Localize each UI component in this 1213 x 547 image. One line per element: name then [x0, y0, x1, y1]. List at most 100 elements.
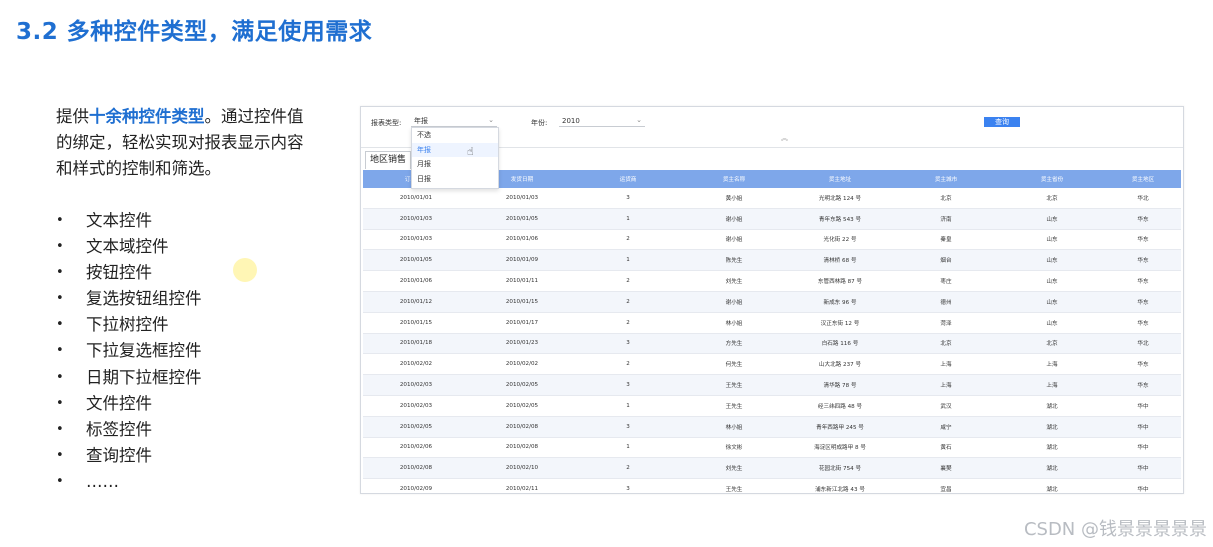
feature-list-item: • 下拉树控件: [56, 312, 202, 338]
table-cell: 宜昌: [893, 478, 999, 493]
feature-list-item: • 日期下拉框控件: [56, 365, 202, 391]
table-cell: 光化街 22 号: [787, 229, 893, 251]
table-cell: 湖北: [999, 395, 1105, 417]
bullet-icon: •: [56, 317, 64, 333]
table-cell: 2010/02/02: [469, 353, 575, 376]
table-cell: 2: [575, 457, 681, 480]
table-row: 2010/01/05 2010/01/09 1 陈先生 清林桥 68 号烟台 山东 华东: [363, 249, 1181, 272]
bullet-icon: •: [56, 369, 64, 385]
collapse-icon[interactable]: ︽: [781, 133, 788, 143]
feature-label: 文件控件: [86, 393, 152, 413]
query-button[interactable]: 查询: [984, 117, 1020, 127]
table-cell: 2010/02/05: [363, 416, 469, 438]
table-cell: 2010/01/03: [363, 208, 469, 230]
table-row: 2010/02/06 2010/02/08 1 徐文彬 海淀区明成路甲 8 号黄石 湖北华…: [363, 437, 1181, 459]
table-cell: 2010/02/11: [469, 478, 575, 493]
table-cell: 山东: [999, 249, 1105, 272]
slide-title: 3.2 多种控件类型，满足使用需求: [16, 19, 373, 45]
table-row: 2010/02/03 2010/02/05 3 王先生 清华路 78 号上海 上海 华东: [363, 374, 1181, 396]
table-cell: 北京: [999, 188, 1105, 209]
table-cell: 3: [575, 416, 681, 438]
column-header[interactable]: 货主地址: [787, 170, 893, 188]
table-cell: 王先生: [681, 374, 787, 396]
tab-region-sales[interactable]: 地区销售: [365, 151, 412, 169]
report-table: 订单日期发货日期运货商货主名称货主地址货主城市货主省份货主地区 2010/01/…: [363, 170, 1181, 493]
table-body: 2010/01/01 2010/01/03 3 黄小姐 光明北路 124 号北京 北京 华北…: [363, 188, 1181, 493]
table-cell: 谢小姐: [681, 208, 787, 230]
column-header[interactable]: 货主名称: [681, 170, 787, 188]
table-cell: 刘先生: [681, 457, 787, 480]
table-cell: 2010/02/02: [363, 353, 469, 376]
table-cell: 山东: [999, 229, 1105, 251]
dropdown-option[interactable]: 年报: [412, 142, 498, 157]
table-cell: 华东: [1105, 291, 1181, 313]
bullet-icon: •: [56, 447, 64, 463]
bullet-icon: •: [56, 395, 64, 411]
table-cell: 华中: [1105, 457, 1181, 480]
table-cell: 菏泽: [893, 312, 999, 334]
table-cell: 光明北路 124 号: [787, 188, 893, 209]
feature-list-item: • 按钮控件: [56, 260, 202, 286]
table-cell: 武汉: [893, 395, 999, 417]
table-cell: 山东: [999, 208, 1105, 230]
watermark: CSDN @钱景景景景景: [1023, 519, 1207, 540]
table-cell: 方先生: [681, 333, 787, 355]
table-cell: 济南: [893, 208, 999, 230]
table-cell: 烟台: [893, 249, 999, 272]
column-header[interactable]: 运货商: [575, 170, 681, 188]
table-cell: 2010/01/03: [363, 229, 469, 251]
table-cell: 2: [575, 353, 681, 376]
table-cell: 黄石: [893, 437, 999, 459]
table-row: 2010/02/05 2010/02/08 3 林小姐 青年西路甲 245 号咸宁 湖北华…: [363, 416, 1181, 438]
table-cell: 2010/01/15: [469, 291, 575, 313]
feature-list-item: • 文件控件: [56, 391, 202, 417]
table-cell: 东管西林路 87 号: [787, 270, 893, 292]
table-cell: 浦东新江北路 43 号: [787, 478, 893, 493]
feature-label: 复选按钮组控件: [86, 289, 202, 309]
table-row: 2010/01/12 2010/01/15 2 谢小姐 新成东 96 号德州 山东 华东: [363, 291, 1181, 313]
table-cell: 2010/02/09: [363, 478, 469, 493]
table-cell: 湖北: [999, 416, 1105, 438]
table-row: 2010/02/08 2010/02/10 2 刘先生 花园北街 754 号襄樊 湖北 华中: [363, 457, 1181, 480]
year-select[interactable]: 2010 ⌄: [559, 116, 645, 127]
table-cell: 2010/02/05: [469, 395, 575, 417]
feature-list-item: • 查询控件: [56, 443, 202, 469]
table-cell: 新成东 96 号: [787, 291, 893, 313]
dropdown-option[interactable]: 月报: [412, 157, 498, 172]
table-cell: 海淀区明成路甲 8 号: [787, 437, 893, 459]
report-type-label: 报表类型:: [371, 119, 402, 127]
table-row: 2010/01/06 2010/01/11 2 刘先生 东管西林路 87 号枣庄 山东 华东: [363, 270, 1181, 292]
table-cell: 1: [575, 437, 681, 459]
table-cell: 3: [575, 478, 681, 493]
table-cell: 湖北: [999, 478, 1105, 493]
table-cell: 华东: [1105, 353, 1181, 376]
column-header[interactable]: 货主省份: [999, 170, 1105, 188]
report-type-select[interactable]: 年报 ⌄: [411, 116, 497, 127]
table-cell: 2: [575, 291, 681, 313]
table-cell: 2010/01/15: [363, 312, 469, 334]
table-cell: 3: [575, 374, 681, 396]
table-cell: 青年东路 543 号: [787, 208, 893, 230]
table-cell: 北京: [893, 188, 999, 209]
table-cell: 何先生: [681, 353, 787, 376]
dropdown-option[interactable]: 日报: [412, 172, 498, 187]
column-header[interactable]: 货主城市: [893, 170, 999, 188]
feature-list-item: • 文本控件: [56, 208, 202, 234]
feature-label: 文本控件: [86, 211, 152, 230]
pointer-highlight: [233, 258, 257, 282]
column-header[interactable]: 货主地区: [1105, 170, 1181, 188]
table-cell: 湖北: [999, 437, 1105, 459]
desc-pre: 提供: [56, 107, 89, 126]
table-cell: 北京: [893, 333, 999, 355]
dropdown-option[interactable]: 不选: [412, 128, 498, 143]
table-row: 2010/01/03 2010/01/06 2 谢小姐 光化街 22 号秦皇 山东 华东: [363, 229, 1181, 251]
table-cell: 2: [575, 312, 681, 334]
table-cell: 王先生: [681, 478, 787, 493]
feature-label: 标签控件: [86, 419, 152, 439]
table-cell: 2010/02/10: [469, 457, 575, 480]
table-cell: 华北: [1105, 333, 1181, 355]
bullet-icon: •: [56, 291, 64, 307]
table-cell: 谢小姐: [681, 229, 787, 251]
table-cell: 上海: [999, 374, 1105, 396]
table-cell: 汉正东街 12 号: [787, 312, 893, 334]
